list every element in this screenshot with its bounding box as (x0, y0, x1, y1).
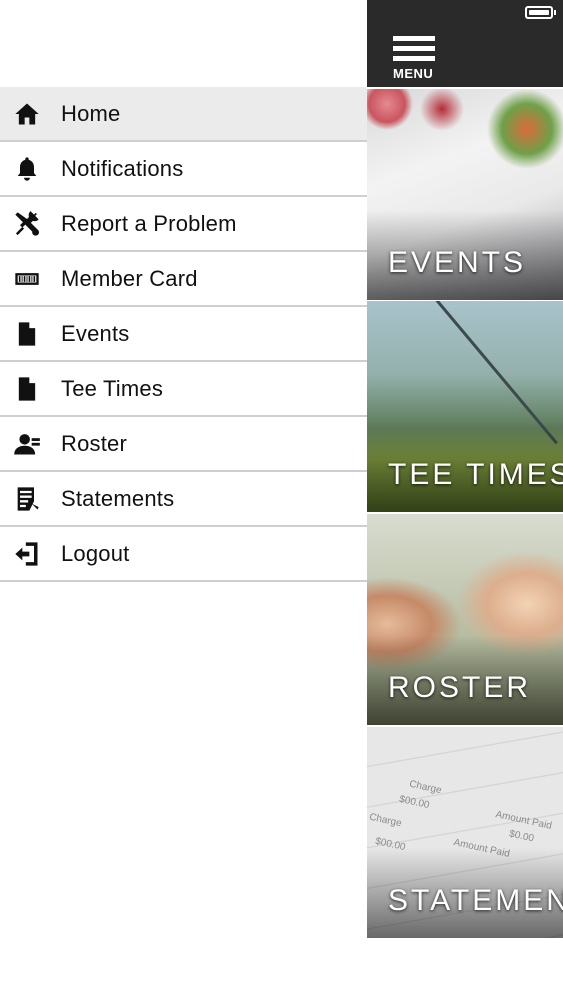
barcode-card-icon (13, 265, 41, 293)
menu-item-label: Tee Times (61, 375, 164, 401)
logout-icon (13, 540, 41, 568)
ledger-text: Amount Paid (494, 809, 553, 832)
menu-item-statements[interactable]: Statements (0, 472, 367, 527)
menu-item-home[interactable]: Home (0, 87, 367, 142)
bell-icon (13, 155, 41, 183)
menu-item-events[interactable]: Events (0, 307, 367, 362)
tile-title: STATEMENTS (388, 884, 563, 917)
menu-list: Home Notifications Report a Problem Memb… (0, 87, 367, 582)
document-icon (13, 375, 41, 403)
menu-item-tee-times[interactable]: Tee Times (0, 362, 367, 417)
menu-item-label: Report a Problem (61, 210, 237, 236)
menu-item-label: Logout (61, 540, 130, 566)
menu-item-label: Home (61, 100, 121, 126)
menu-item-label: Events (61, 320, 130, 346)
menu-item-label: Notifications (61, 155, 184, 181)
tile-title: TEE TIMES (388, 458, 563, 491)
battery-tip (554, 10, 556, 15)
user-icon (13, 430, 41, 458)
tile-title: ROSTER (388, 671, 532, 704)
menu-button[interactable]: MENU (391, 36, 437, 82)
menu-item-label: Roster (61, 430, 127, 456)
menu-item-logout[interactable]: Logout (0, 527, 367, 582)
menu-item-label: Statements (61, 485, 175, 511)
menu-item-label: Member Card (61, 265, 198, 291)
menu-item-notifications[interactable]: Notifications (0, 142, 367, 197)
ledger-text: Charge (368, 811, 403, 830)
menu-item-roster[interactable]: Roster (0, 417, 367, 472)
tile-title: EVENTS (388, 246, 527, 279)
tile-tee-times[interactable]: TEE TIMES (367, 301, 563, 512)
menu-item-report-a-problem[interactable]: Report a Problem (0, 197, 367, 252)
menu-item-member-card[interactable]: Member Card (0, 252, 367, 307)
home-content-panel: MENU EVENTS TEE TIMES ROSTER Charge $00.… (367, 0, 563, 1000)
tools-icon (13, 210, 41, 238)
hamburger-icon (393, 36, 435, 41)
ledger-text: $00.00 (398, 793, 431, 812)
tile-statements[interactable]: Charge $00.00 Amount Paid Charge $0.00 A… (367, 727, 563, 938)
hamburger-bar (393, 56, 435, 61)
home-icon (13, 100, 41, 128)
tile-events[interactable]: EVENTS (367, 89, 563, 300)
top-bar: MENU (367, 0, 563, 87)
document-icon (13, 320, 41, 348)
tile-roster[interactable]: ROSTER (367, 514, 563, 725)
battery-icon (525, 6, 553, 19)
hamburger-bar (393, 46, 435, 51)
statement-icon (13, 485, 41, 513)
navigation-drawer: Home Notifications Report a Problem Memb… (0, 0, 367, 1000)
ledger-text: $0.00 (508, 828, 535, 845)
ledger-text: Charge (408, 778, 443, 797)
menu-button-label: MENU (393, 66, 434, 81)
